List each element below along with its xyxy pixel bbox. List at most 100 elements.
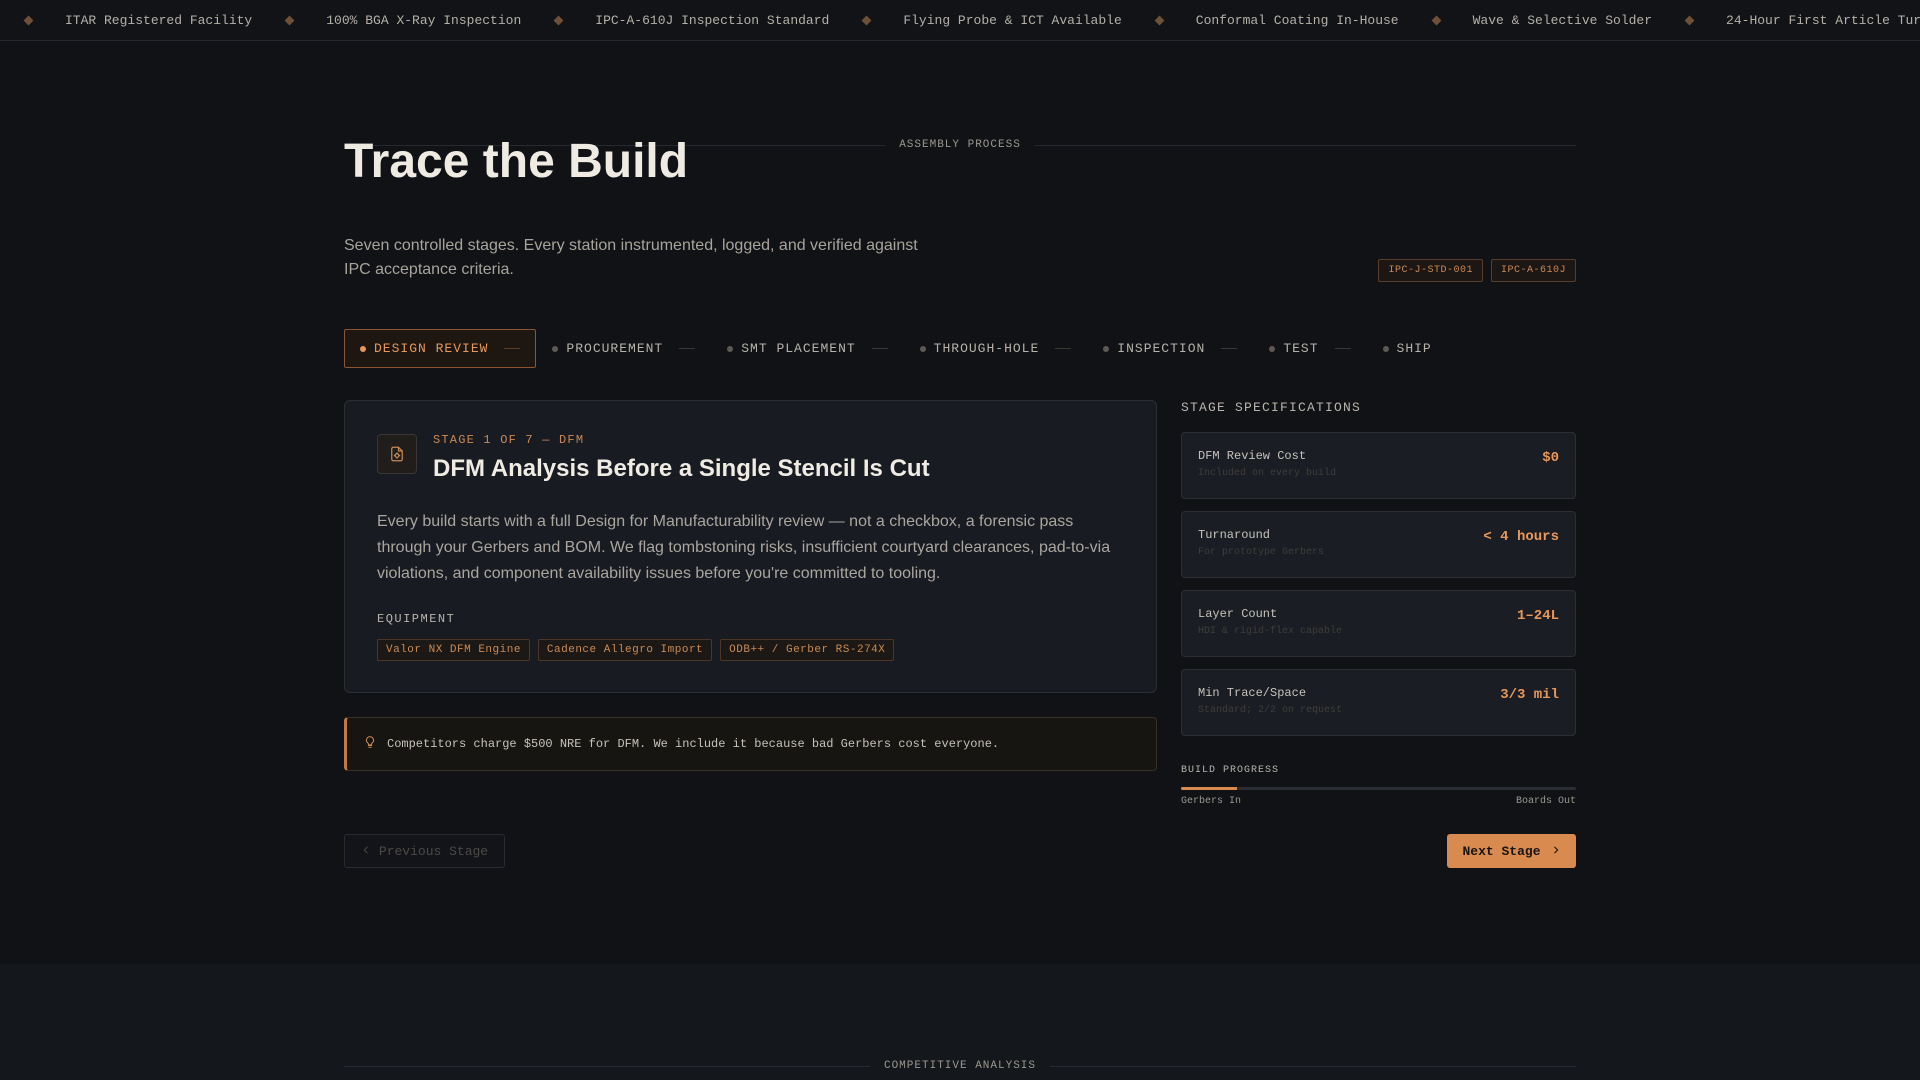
build-progress-label: BUILD PROGRESS (1181, 765, 1280, 776)
tab-connector (679, 348, 696, 349)
ticker-text: Wave & Selective Solder (1472, 12, 1653, 28)
dot-icon (919, 345, 926, 352)
spec-name: Turnaround (1198, 528, 1271, 542)
spec-value: 3/3 mil (1500, 687, 1559, 703)
tab-label: SHIP (1396, 341, 1432, 356)
diamond-icon (284, 15, 295, 25)
tab-through-hole[interactable]: THROUGH-HOLE (904, 329, 1088, 368)
ticker-text: 24-Hour First Article Turnaround (1726, 12, 1920, 28)
spec-card: Min Trace/Space Standard; 2/2 on request… (1181, 669, 1576, 736)
build-progress-bar (1181, 787, 1576, 790)
ticker-text: IPC-A-610J Inspection Standard (595, 12, 830, 28)
build-progress-fill (1181, 787, 1238, 790)
previous-stage-label: Previous Stage (378, 843, 489, 859)
tab-label: DESIGN REVIEW (374, 341, 489, 356)
dfm-callout: Competitors charge $500 NRE for DFM. We … (344, 717, 1157, 771)
page-subtitle: Seven controlled stages. Every station i… (344, 237, 918, 278)
standards-badges: IPC-J-STD-001 IPC-A-610J (1378, 259, 1576, 282)
ticker-item: 100% BGA X-Ray Inspection (284, 12, 555, 28)
spec-note: Included on every build (1198, 468, 1337, 479)
next-stage-button[interactable]: Next Stage (1447, 834, 1576, 868)
chevron-right-icon (1551, 844, 1561, 859)
equipment-tag: Valor NX DFM Engine (377, 639, 530, 661)
standard-badge: IPC-J-STD-001 (1378, 259, 1483, 282)
spec-note: Standard; 2/2 on request (1198, 705, 1343, 716)
tab-test[interactable]: TEST (1253, 329, 1366, 368)
ticker-text: ITAR Registered Facility (65, 12, 253, 28)
divider-line (344, 1065, 870, 1067)
equipment-tag: Cadence Allegro Import (537, 639, 713, 661)
ticker-item: IPC-A-610J Inspection Standard (553, 12, 863, 28)
ticker-item: Conformal Coating In-House (1154, 12, 1433, 28)
spec-name: DFM Review Cost (1198, 449, 1307, 463)
tab-connector (1221, 348, 1238, 349)
stage-kicker: STAGE 1 OF 7 — DFM (433, 433, 585, 447)
progress-start-label: Gerbers In (1181, 796, 1242, 807)
specs-heading: STAGE SPECIFICATIONS (1181, 400, 1362, 415)
diamond-icon (1684, 15, 1695, 25)
chevron-left-icon (361, 844, 371, 859)
ticker-text: Conformal Coating In-House (1195, 12, 1399, 28)
equipment-list: Valor NX DFM Engine Cadence Allegro Impo… (377, 639, 895, 661)
tab-connector (504, 348, 521, 349)
tab-design-review[interactable]: DESIGN REVIEW (344, 329, 537, 368)
tab-connector (1334, 348, 1351, 349)
dot-icon (1269, 345, 1276, 352)
standard-badge: IPC-A-610J (1490, 259, 1576, 282)
tab-connector (871, 348, 888, 349)
ticker-item: 24-Hour First Article Turnaround (1684, 12, 1920, 28)
progress-end-label: Boards Out (1515, 796, 1576, 807)
announcement-ticker: ITAR Registered Facility 100% BGA X-Ray … (0, 0, 1920, 41)
active-dot-icon (360, 345, 366, 352)
ticker-item: Flying Probe & ICT Available (861, 12, 1155, 28)
next-stage-label: Next Stage (1462, 843, 1541, 859)
tab-label: PROCUREMENT (566, 341, 664, 356)
ticker-item: Wave & Selective Solder (1431, 12, 1686, 28)
section-eyebrow: COMPETITIVE ANALYSIS (344, 1058, 1576, 1074)
stage-detail-card: STAGE 1 OF 7 — DFM DFM Analysis Before a… (344, 400, 1157, 693)
spec-card: Turnaround For prototype Gerbers < 4 hou… (1181, 511, 1576, 578)
diamond-icon (23, 15, 34, 25)
spec-note: For prototype Gerbers (1198, 547, 1325, 558)
divider-line (1034, 144, 1576, 146)
ticker-item: ITAR Registered Facility (23, 12, 286, 28)
tab-label: INSPECTION (1117, 341, 1206, 356)
diamond-icon (1154, 15, 1165, 25)
stage-title: DFM Analysis Before a Single Stencil Is … (433, 455, 930, 482)
spec-value: 1–24L (1516, 608, 1559, 624)
spec-card: DFM Review Cost Included on every build … (1181, 432, 1576, 499)
diamond-icon (861, 15, 872, 25)
equipment-tag: ODB++ / Gerber RS-274X (720, 639, 895, 661)
tab-label: THROUGH-HOLE (933, 341, 1040, 356)
previous-stage-button[interactable]: Previous Stage (344, 834, 505, 868)
divider-line (1050, 1065, 1576, 1067)
section-eyebrow-text: ASSEMBLY PROCESS (899, 139, 1021, 151)
page-title: Trace the Build (344, 135, 689, 188)
section-eyebrow-text: COMPETITIVE ANALYSIS (883, 1060, 1037, 1072)
dot-icon (727, 345, 734, 352)
spec-card: Layer Count HDI & rigid-flex capable 1–2… (1181, 590, 1576, 657)
spec-note: HDI & rigid-flex capable (1198, 626, 1343, 637)
dot-icon (552, 345, 559, 352)
tab-label: SMT PLACEMENT (741, 341, 856, 356)
tab-connector (1055, 348, 1072, 349)
equipment-label: EQUIPMENT (377, 612, 456, 626)
dot-icon (1382, 345, 1389, 352)
ticker-text: Flying Probe & ICT Available (903, 12, 1122, 28)
spec-value: $0 (1542, 450, 1559, 466)
ticker-text: 100% BGA X-Ray Inspection (326, 12, 522, 28)
lightbulb-icon (363, 734, 377, 755)
spec-name: Min Trace/Space (1198, 686, 1307, 700)
callout-text: Competitors charge $500 NRE for DFM. We … (387, 737, 1000, 751)
diamond-icon (1431, 15, 1442, 25)
spec-name: Layer Count (1198, 607, 1278, 621)
tab-procurement[interactable]: PROCUREMENT (536, 329, 711, 368)
dot-icon (1103, 345, 1110, 352)
tab-smt-placement[interactable]: SMT PLACEMENT (711, 329, 903, 368)
spec-value: < 4 hours (1483, 529, 1559, 545)
document-check-icon (377, 434, 417, 474)
tab-label: TEST (1283, 341, 1319, 356)
tab-inspection[interactable]: INSPECTION (1087, 329, 1253, 368)
stage-tabs: DESIGN REVIEW PROCUREMENT SMT PLACEMENT … (344, 329, 1448, 368)
tab-ship[interactable]: SHIP (1367, 329, 1448, 368)
